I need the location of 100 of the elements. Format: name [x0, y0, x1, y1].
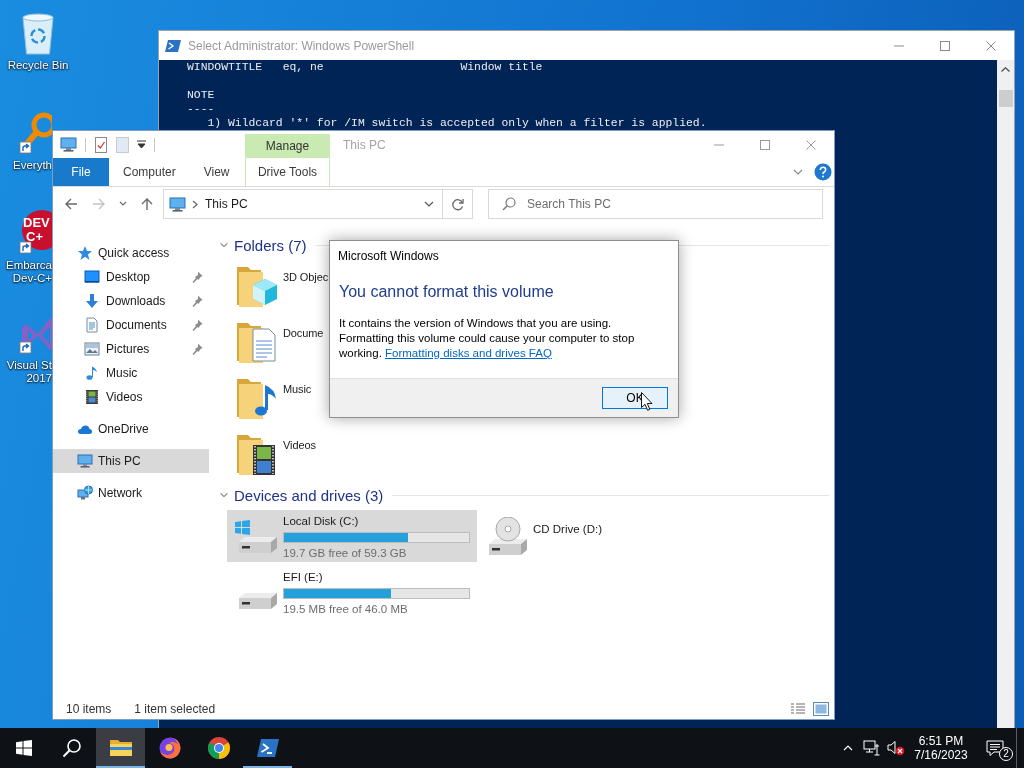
search-icon [62, 738, 82, 758]
window-title: This PC [343, 137, 386, 152]
drive-with-windows-logo-icon [235, 520, 277, 553]
large-icons-view-icon[interactable] [813, 701, 829, 716]
date-text: 7/16/2023 [914, 748, 968, 762]
chevron-icon[interactable] [219, 240, 229, 250]
speech-bubble-icon [986, 740, 1004, 756]
close-icon [806, 139, 816, 150]
properties-icon[interactable] [94, 136, 108, 153]
scrollbar-thumb[interactable] [998, 90, 1013, 107]
nav-item[interactable]: Desktop [53, 265, 209, 289]
notification-count: 2 [999, 747, 1013, 761]
drive-tile[interactable]: CD Drive (D:) [477, 510, 727, 562]
nav-item[interactable]: This PC [53, 449, 209, 473]
breadcrumb-chevron-icon [192, 199, 198, 209]
folder-with-document-icon [237, 323, 277, 363]
section-title[interactable]: Folders (7) [234, 236, 307, 254]
nav-item[interactable]: OneDrive [53, 417, 209, 441]
taskbar-app-button[interactable] [96, 728, 145, 768]
up-arrow-icon [140, 197, 154, 211]
maximize-icon [940, 40, 950, 51]
search-field[interactable]: Search This PC [488, 189, 823, 219]
help-link[interactable]: Formatting disks and drives FAQ [385, 347, 552, 359]
folder-tile[interactable]: 3D Objec [227, 259, 329, 315]
details-view-icon[interactable] [790, 701, 806, 716]
drive-name: CD Drive (D:) [533, 522, 602, 536]
back-arrow-icon [64, 197, 78, 211]
item-count: 10 items [66, 701, 112, 716]
computer-icon[interactable] [60, 137, 77, 152]
drive-tile[interactable]: EFI (E:) 19.5 MB free of 46.0 MB [227, 566, 477, 618]
desktop-icon-label[interactable]: Visual St 2017 [6, 359, 52, 385]
folder-tile[interactable]: Music [227, 371, 329, 427]
selection-count: 1 item selected [134, 701, 216, 716]
drive-tile[interactable]: Local Disk (C:) 19.7 GB free of 59.3 GB [227, 510, 477, 562]
desktop-icon-label[interactable]: Embarca Dev-C+ [5, 259, 52, 285]
download-arrow-icon [84, 293, 100, 309]
nav-item[interactable]: Videos [53, 385, 209, 409]
free-space-text: 19.7 GB free of 59.3 GB [283, 546, 407, 560]
ribbon-tab[interactable]: Drive Tools [245, 158, 330, 186]
section-title[interactable]: Devices and drives (3) [234, 486, 384, 504]
desktop-icon-label[interactable]: Recycle Bin [7, 59, 69, 72]
terminal-icon [255, 736, 280, 760]
mouse-pointer-icon [641, 392, 653, 411]
notifications-button[interactable]: 2 [974, 728, 1016, 768]
dialog-message: It contains the version of Windows that you are using. Formatting this volume could cause your computer to stop working. Formatting disks and drives FAQ [339, 316, 636, 361]
context-tab-group-header: Manage [245, 134, 330, 158]
folder-tile[interactable]: Videos [227, 427, 329, 483]
ribbon-tab[interactable]: File [53, 158, 109, 186]
picture-icon [84, 341, 100, 357]
nav-item[interactable]: Music [53, 361, 209, 385]
magnifier-icon[interactable] [19, 112, 52, 154]
monitor-icon [84, 269, 100, 285]
optical-drive-icon [489, 517, 527, 555]
scroll-up-chevron-icon [1001, 67, 1010, 72]
chevron-icon[interactable] [219, 490, 229, 500]
address-bar[interactable]: This PC [163, 189, 473, 219]
drive-name: Local Disk (C:) [283, 514, 359, 528]
recycle-bin-icon[interactable] [22, 13, 54, 55]
minimize-icon [894, 44, 904, 47]
minimize-icon [714, 143, 724, 146]
nav-item[interactable]: Downloads [53, 289, 209, 313]
nav-item[interactable]: Network [53, 481, 209, 505]
clock[interactable]: 6:51 PM 7/16/2023 [908, 728, 974, 768]
swirl-globe-icon [157, 736, 182, 760]
desktop-icon-label[interactable]: Everyth [13, 159, 52, 172]
computer-icon [77, 453, 93, 469]
folder-name: 3D Objec [283, 270, 329, 284]
nav-item[interactable]: Documents [53, 313, 209, 337]
folder-tile[interactable]: Docume [227, 315, 329, 371]
folder-name: Music [283, 382, 312, 396]
dialog-title: Microsoft Windows [338, 249, 439, 263]
star-icon [77, 245, 93, 261]
close-icon [986, 40, 996, 51]
folder-name: Videos [283, 438, 316, 452]
speaker-muted-icon[interactable] [887, 740, 905, 756]
drive-name: EFI (E:) [283, 570, 323, 584]
customize-toolbar-arrow-icon[interactable] [137, 140, 146, 149]
address-path[interactable]: This PC [205, 197, 248, 211]
nav-item[interactable]: Quick access [53, 241, 209, 265]
drive-icon [239, 593, 277, 609]
help-icon[interactable] [814, 163, 832, 181]
search-icon [502, 197, 516, 211]
windows-logo-icon [16, 740, 32, 756]
folder-with-cube-icon [237, 267, 277, 307]
computer-icon [169, 196, 186, 212]
network-icon [77, 485, 93, 501]
folder-with-music-note-icon [237, 379, 277, 419]
folder-name: Docume [283, 326, 324, 340]
segmented-circle-icon [206, 736, 231, 760]
console-line: NOTE [187, 88, 215, 102]
refresh-icon [451, 197, 464, 211]
console-line: WINDOWTITLE eq, ne Window title [187, 60, 543, 74]
wired-network-icon[interactable] [863, 740, 881, 756]
console-scrollbar[interactable] [997, 60, 1014, 728]
nav-item[interactable]: Pictures [53, 337, 209, 361]
document-icon [84, 317, 100, 333]
terminal-icon [165, 38, 181, 53]
window-title: Select Administrator: Windows PowerShell [188, 38, 415, 53]
console-line: 1) Wildcard '*' for /IM switch is accepted only when a filter is applied. [207, 116, 707, 130]
console-line: ---- [187, 102, 215, 116]
